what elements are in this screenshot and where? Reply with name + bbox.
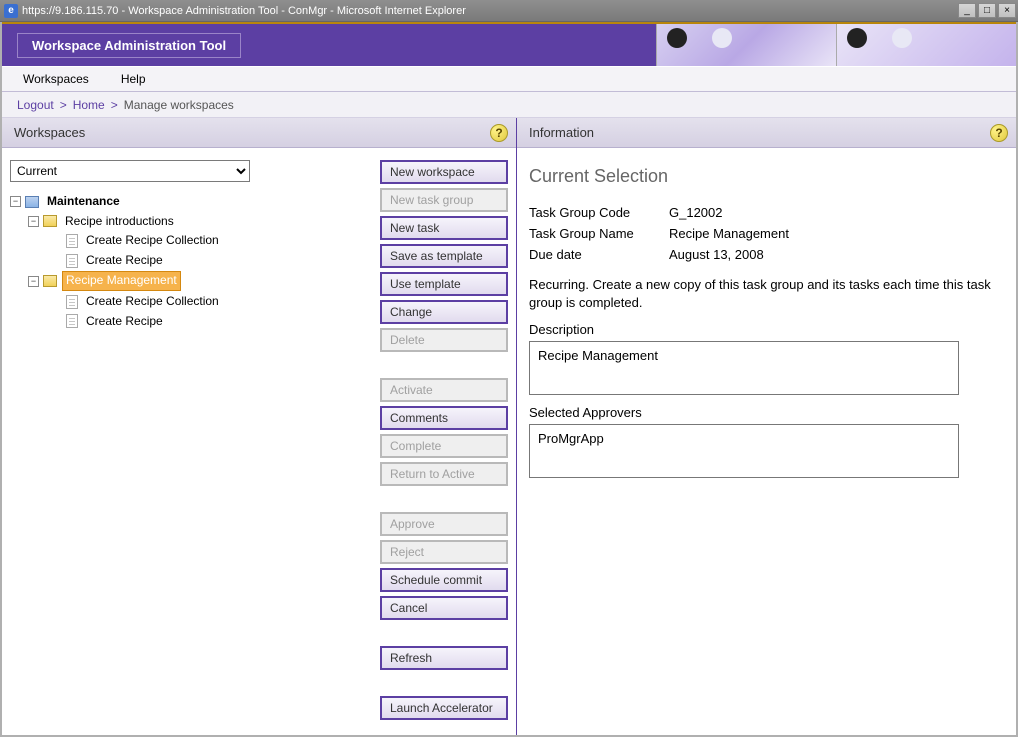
refresh-button[interactable]: Refresh bbox=[380, 646, 508, 670]
change-button[interactable]: Change bbox=[380, 300, 508, 324]
maximize-button[interactable]: □ bbox=[978, 3, 996, 18]
delete-button: Delete bbox=[380, 328, 508, 352]
tree-leaf[interactable]: Create Recipe Collection bbox=[83, 293, 222, 311]
recurring-note: Recurring. Create a new copy of this tas… bbox=[529, 276, 1004, 312]
cancel-button[interactable]: Cancel bbox=[380, 596, 508, 620]
close-button[interactable]: × bbox=[998, 3, 1016, 18]
description-label: Description bbox=[529, 322, 1004, 337]
tree-leaf[interactable]: Create Recipe bbox=[83, 252, 166, 270]
help-icon[interactable]: ? bbox=[990, 124, 1008, 142]
breadcrumb-current: Manage workspaces bbox=[124, 98, 234, 112]
description-box: Recipe Management bbox=[529, 341, 959, 395]
window-title: https://9.186.115.70 - Workspace Adminis… bbox=[22, 5, 466, 17]
breadcrumb: Logout > Home > Manage workspaces bbox=[2, 92, 1016, 118]
header-decoration bbox=[656, 24, 1016, 66]
field-label-group-code: Task Group Code bbox=[529, 205, 669, 220]
tree-node-recipe-intro[interactable]: Recipe introductions bbox=[62, 213, 177, 231]
approvers-box: ProMgrApp bbox=[529, 424, 959, 478]
breadcrumb-home[interactable]: Home bbox=[73, 98, 105, 112]
left-panel-title: Workspaces bbox=[14, 125, 85, 140]
expand-toggle-icon[interactable]: − bbox=[28, 276, 39, 287]
workspace-filter-select[interactable]: Current bbox=[10, 160, 250, 182]
tree-leaf[interactable]: Create Recipe bbox=[83, 313, 166, 331]
new-workspace-button[interactable]: New workspace bbox=[380, 160, 508, 184]
breadcrumb-logout[interactable]: Logout bbox=[17, 98, 54, 112]
field-value-group-name: Recipe Management bbox=[669, 226, 1004, 241]
new-task-group-button: New task group bbox=[380, 188, 508, 212]
field-label-group-name: Task Group Name bbox=[529, 226, 669, 241]
breadcrumb-sep: > bbox=[111, 98, 118, 112]
document-icon bbox=[66, 314, 78, 328]
breadcrumb-sep: > bbox=[60, 98, 67, 112]
field-value-group-code: G_12002 bbox=[669, 205, 1004, 220]
schedule-commit-button[interactable]: Schedule commit bbox=[380, 568, 508, 592]
section-title: Current Selection bbox=[529, 166, 1004, 187]
document-icon bbox=[66, 234, 78, 248]
document-icon bbox=[66, 295, 78, 309]
approve-button: Approve bbox=[380, 512, 508, 536]
return-to-active-button: Return to Active bbox=[380, 462, 508, 486]
right-panel-header: Information ? bbox=[517, 118, 1016, 148]
folder-icon bbox=[25, 196, 39, 208]
tree-root[interactable]: Maintenance bbox=[44, 193, 123, 211]
field-value-due-date: August 13, 2008 bbox=[669, 247, 1004, 262]
menu-workspaces[interactable]: Workspaces bbox=[17, 70, 95, 88]
right-panel-title: Information bbox=[529, 125, 594, 140]
activate-button: Activate bbox=[380, 378, 508, 402]
launch-accelerator-button[interactable]: Launch Accelerator bbox=[380, 696, 508, 720]
minimize-button[interactable]: _ bbox=[958, 3, 976, 18]
app-header: Workspace Administration Tool bbox=[2, 24, 1016, 66]
ie-icon: e bbox=[4, 4, 18, 18]
left-panel-header: Workspaces ? bbox=[2, 118, 516, 148]
menu-help[interactable]: Help bbox=[115, 70, 152, 88]
field-label-due-date: Due date bbox=[529, 247, 669, 262]
workspace-tree: − Maintenance − Recipe introductions Cre… bbox=[10, 192, 368, 331]
expand-toggle-icon[interactable]: − bbox=[28, 216, 39, 227]
tree-node-recipe-mgmt[interactable]: Recipe Management bbox=[62, 271, 181, 291]
app-title: Workspace Administration Tool bbox=[17, 33, 241, 58]
folder-icon bbox=[43, 275, 57, 287]
complete-button: Complete bbox=[380, 434, 508, 458]
expand-toggle-icon[interactable]: − bbox=[10, 196, 21, 207]
reject-button: Reject bbox=[380, 540, 508, 564]
folder-icon bbox=[43, 215, 57, 227]
help-icon[interactable]: ? bbox=[490, 124, 508, 142]
tree-leaf[interactable]: Create Recipe Collection bbox=[83, 232, 222, 250]
save-as-template-button[interactable]: Save as template bbox=[380, 244, 508, 268]
comments-button[interactable]: Comments bbox=[380, 406, 508, 430]
menubar: Workspaces Help bbox=[2, 66, 1016, 92]
new-task-button[interactable]: New task bbox=[380, 216, 508, 240]
approvers-label: Selected Approvers bbox=[529, 405, 1004, 420]
document-icon bbox=[66, 254, 78, 268]
window-titlebar: e https://9.186.115.70 - Workspace Admin… bbox=[0, 0, 1018, 22]
use-template-button[interactable]: Use template bbox=[380, 272, 508, 296]
